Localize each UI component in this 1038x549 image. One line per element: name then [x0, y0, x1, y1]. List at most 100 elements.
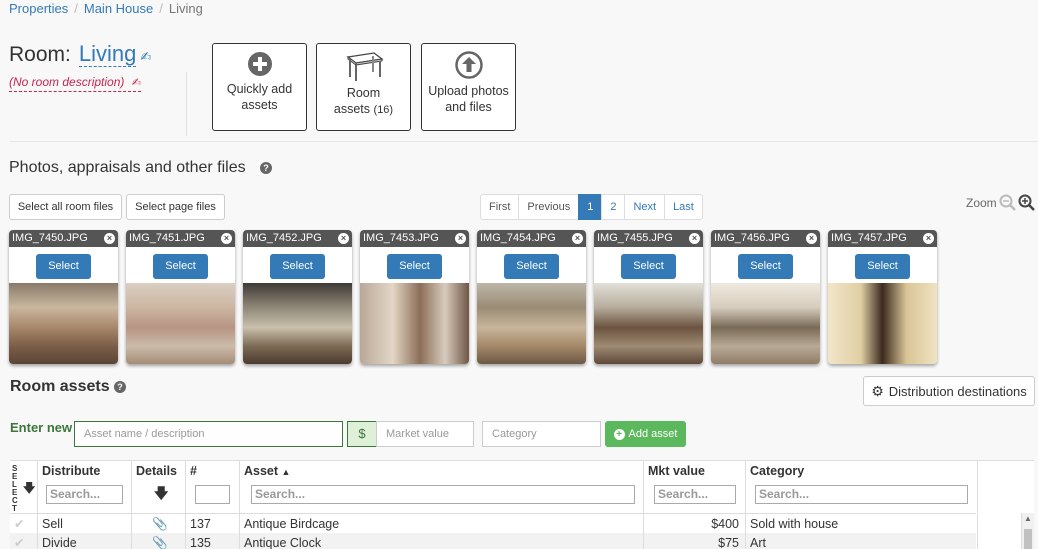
breadcrumb-current: Living — [168, 1, 203, 16]
remove-icon[interactable]: × — [572, 233, 583, 244]
value-search-input[interactable]: Search... — [654, 485, 736, 504]
quick-add-label-2: assets — [241, 98, 278, 112]
select-all-room-files-button[interactable]: Select all room files — [9, 194, 122, 220]
edit-icon: ✍ — [131, 77, 141, 89]
row-market-value[interactable]: $400 — [644, 514, 746, 534]
room-assets-button[interactable]: Room assets (16) — [316, 43, 411, 131]
pager-page-1[interactable]: 1 — [578, 194, 603, 220]
paperclip-icon[interactable]: 📎 — [132, 514, 186, 534]
select-page-files-button[interactable]: Select page files — [126, 194, 225, 220]
thumbnail-header: IMG_7453.JPG × — [360, 230, 469, 247]
select-file-button[interactable]: Select — [36, 254, 91, 279]
file-name: IMG_7453.JPG — [363, 232, 439, 244]
quick-add-assets-button[interactable]: Quickly add assets — [212, 43, 307, 131]
remove-icon[interactable]: × — [338, 233, 349, 244]
select-file-button[interactable]: Select — [855, 254, 910, 279]
row-asset-name[interactable]: Antique Clock — [240, 533, 644, 549]
select-column-label: SELECT — [12, 464, 18, 513]
remove-icon[interactable]: × — [104, 233, 115, 244]
column-details[interactable]: Details 🡇 — [132, 461, 186, 513]
row-category[interactable]: Art — [746, 533, 978, 549]
file-name: IMG_7455.JPG — [597, 232, 673, 244]
thumbnail-header: IMG_7454.JPG × — [477, 230, 586, 247]
file-thumbnail: IMG_7456.JPG × Select — [711, 230, 820, 364]
file-name: IMG_7454.JPG — [480, 232, 556, 244]
photo-image[interactable] — [9, 283, 118, 364]
row-asset-name[interactable]: Antique Birdcage — [240, 514, 644, 534]
photo-image[interactable] — [243, 283, 352, 364]
edit-icon[interactable]: ✍ — [140, 49, 151, 65]
help-icon[interactable]: ? — [260, 161, 273, 174]
pager-next[interactable]: Next — [624, 194, 666, 220]
file-name: IMG_7456.JPG — [714, 232, 790, 244]
category-input[interactable]: Category — [482, 421, 601, 447]
remove-icon[interactable]: × — [923, 233, 934, 244]
remove-icon[interactable]: × — [806, 233, 817, 244]
select-file-button[interactable]: Select — [153, 254, 208, 279]
photo-image[interactable] — [711, 283, 820, 364]
photo-image[interactable] — [360, 283, 469, 364]
thumbnail-header: IMG_7451.JPG × — [126, 230, 235, 247]
photo-image[interactable] — [828, 283, 937, 364]
photo-image[interactable] — [477, 283, 586, 364]
remove-icon[interactable]: × — [455, 233, 466, 244]
select-file-button[interactable]: Select — [387, 254, 442, 279]
row-check-icon[interactable]: ✔ — [10, 533, 38, 549]
photo-image[interactable] — [126, 283, 235, 364]
remove-icon[interactable]: × — [221, 233, 232, 244]
distribute-search-input[interactable]: Search... — [46, 485, 123, 504]
pager-page-2[interactable]: 2 — [601, 194, 626, 220]
photo-image[interactable] — [594, 283, 703, 364]
file-thumbnail: IMG_7454.JPG × Select — [477, 230, 586, 364]
column-market-value[interactable]: Mkt value Search... — [644, 461, 746, 513]
column-category[interactable]: Category Search... — [746, 461, 978, 513]
distribution-destinations-button[interactable]: ⚙ Distribution destinations — [863, 376, 1035, 406]
thumbnail-header: IMG_7452.JPG × — [243, 230, 352, 247]
help-icon[interactable]: ? — [114, 380, 127, 393]
row-category[interactable]: Sold with house — [746, 514, 978, 534]
row-check-icon[interactable]: ✔ — [10, 514, 38, 534]
breadcrumb-properties[interactable]: Properties — [9, 1, 68, 16]
market-value-input[interactable]: Market value — [376, 421, 474, 447]
upload-label-2: and files — [445, 100, 492, 114]
arrow-down-icon: 🡇 — [154, 485, 169, 501]
breadcrumb-main-house[interactable]: Main House — [84, 1, 153, 16]
room-assets-label-1: Room — [346, 86, 381, 100]
row-number: 137 — [186, 514, 240, 534]
zoom-out-icon[interactable] — [999, 194, 1016, 211]
select-file-button[interactable]: Select — [621, 254, 676, 279]
pager-last[interactable]: Last — [664, 194, 703, 220]
add-asset-button[interactable]: + Add asset — [605, 421, 686, 447]
room-description-editable[interactable]: (No room description) ✍ — [9, 75, 141, 92]
pager-previous[interactable]: Previous — [518, 194, 580, 220]
paperclip-icon[interactable]: 📎 — [132, 533, 186, 549]
row-distribute[interactable]: Sell — [38, 514, 132, 534]
category-search-input[interactable]: Search... — [755, 485, 968, 504]
row-distribute[interactable]: Divide — [38, 533, 132, 549]
divider — [186, 72, 187, 136]
column-number[interactable]: # — [186, 461, 240, 513]
asset-search-input[interactable]: Search... — [251, 485, 635, 504]
table-row[interactable]: ✔ Divide 📎 135 Antique Clock $75 Art — [10, 533, 978, 549]
room-name-editable[interactable]: Living — [78, 42, 137, 67]
table-scrollbar[interactable]: ▲ — [1021, 513, 1034, 549]
row-market-value[interactable]: $75 — [644, 533, 746, 549]
asset-name-input[interactable]: Asset name / description — [74, 421, 343, 447]
number-search-input[interactable] — [195, 485, 230, 504]
row-number: 135 — [186, 533, 240, 549]
column-asset[interactable]: Asset ▲ Search... — [240, 461, 644, 513]
scroll-up-icon[interactable]: ▲ — [1022, 513, 1034, 525]
remove-icon[interactable]: × — [689, 233, 700, 244]
upload-files-button[interactable]: Upload photos and files — [421, 43, 516, 131]
select-file-button[interactable]: Select — [504, 254, 559, 279]
zoom-in-icon[interactable] — [1018, 194, 1035, 211]
select-file-button[interactable]: Select — [738, 254, 793, 279]
scrollbar-thumb[interactable] — [1024, 529, 1032, 549]
table-row[interactable]: ✔ Sell 📎 137 Antique Birdcage $400 Sold … — [10, 513, 978, 534]
column-distribute[interactable]: Distribute Search... — [38, 461, 132, 513]
add-asset-label: Add asset — [628, 428, 678, 440]
column-select[interactable]: SELECT 🡇 — [10, 461, 38, 513]
select-file-button[interactable]: Select — [270, 254, 325, 279]
details-header: Details — [136, 464, 177, 478]
pager-first[interactable]: First — [480, 194, 520, 220]
